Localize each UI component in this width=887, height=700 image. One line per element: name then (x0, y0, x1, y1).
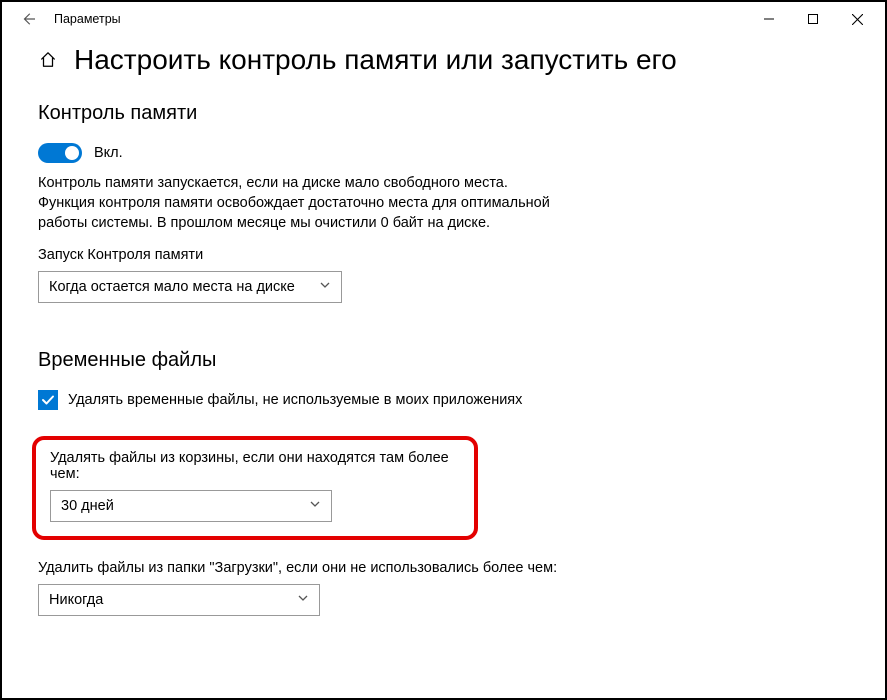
minimize-icon (764, 14, 774, 24)
close-button[interactable] (835, 2, 879, 36)
downloads-dropdown[interactable]: Никогда (38, 584, 320, 616)
run-storage-sense-label: Запуск Контроля памяти (38, 247, 849, 263)
delete-temp-files-checkbox[interactable] (38, 390, 58, 410)
delete-temp-files-label: Удалять временные файлы, не используемые… (68, 392, 522, 408)
dropdown-value: 30 дней (61, 498, 114, 514)
window-controls (747, 2, 879, 36)
home-button[interactable] (38, 50, 58, 70)
checkmark-icon (41, 393, 55, 407)
downloads-label: Удалить файлы из папки "Загрузки", если … (38, 560, 849, 576)
window-title: Параметры (54, 12, 121, 26)
dropdown-value: Никогда (49, 592, 103, 608)
storage-sense-description: Контроль памяти запускается, если на дис… (38, 173, 568, 233)
minimize-button[interactable] (747, 2, 791, 36)
toggle-knob (65, 146, 79, 160)
page-header: Настроить контроль памяти или запустить … (38, 44, 849, 76)
run-storage-sense-dropdown[interactable]: Когда остается мало места на диске (38, 271, 342, 303)
chevron-down-icon (319, 279, 331, 295)
close-icon (852, 14, 863, 25)
home-icon (39, 51, 57, 69)
section-storage-sense-heading: Контроль памяти (38, 102, 849, 125)
arrow-left-icon (21, 12, 35, 26)
chevron-down-icon (297, 592, 309, 608)
section-temp-files-heading: Временные файлы (38, 349, 849, 372)
toggle-label: Вкл. (94, 145, 123, 161)
recycle-bin-dropdown[interactable]: 30 дней (50, 490, 332, 522)
content-area: Настроить контроль памяти или запустить … (2, 36, 885, 616)
storage-sense-toggle[interactable] (38, 143, 82, 163)
maximize-icon (808, 14, 818, 24)
maximize-button[interactable] (791, 2, 835, 36)
downloads-group: Удалить файлы из папки "Загрузки", если … (38, 560, 849, 616)
storage-sense-toggle-row: Вкл. (38, 143, 849, 163)
recycle-bin-label: Удалять файлы из корзины, если они наход… (50, 450, 460, 482)
dropdown-value: Когда остается мало места на диске (49, 279, 295, 295)
back-button[interactable] (20, 11, 36, 27)
recycle-bin-highlight: Удалять файлы из корзины, если они наход… (32, 436, 478, 540)
temp-files-checkbox-row: Удалять временные файлы, не используемые… (38, 390, 849, 410)
page-title: Настроить контроль памяти или запустить … (74, 44, 677, 76)
chevron-down-icon (309, 498, 321, 514)
